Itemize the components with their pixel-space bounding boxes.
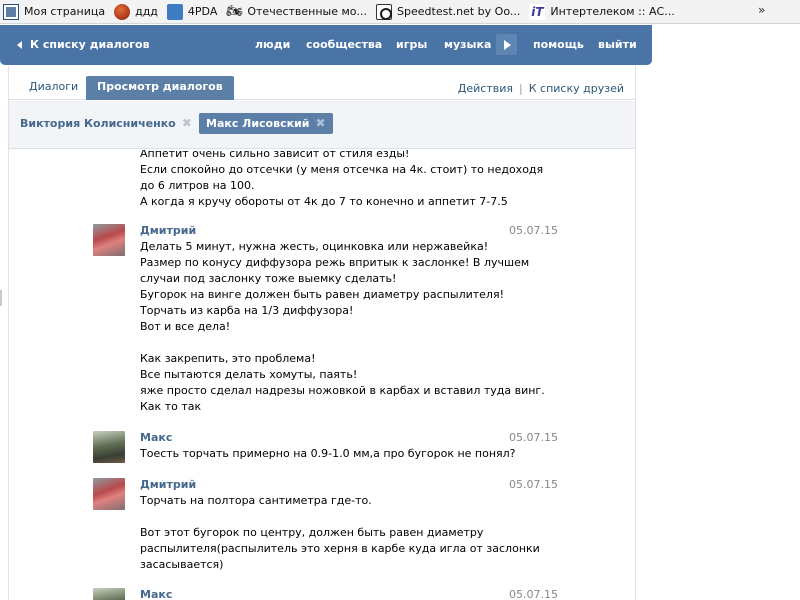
bookmark-4pda[interactable]: 4PDA bbox=[164, 1, 223, 23]
message-text-line: Тоесть торчать примерно на 0.9-1.0 мм,а … bbox=[140, 447, 516, 460]
message-author[interactable]: Дмитрий bbox=[140, 478, 196, 491]
bookmark-label: 4PDA bbox=[187, 5, 218, 18]
participant-chip-selected[interactable]: Макс Лисовский ✖ bbox=[199, 113, 333, 134]
message-text-line: Как то так bbox=[140, 400, 202, 413]
bookmark-label: Speedtest.net by Oo... bbox=[397, 5, 521, 18]
bookmark-label: Моя страница bbox=[24, 5, 106, 18]
nav-logout[interactable]: выйти bbox=[598, 38, 637, 51]
message-text-line: до 6 литров на 100. bbox=[140, 179, 255, 192]
tab-view-dialogs[interactable]: Просмотр диалогов bbox=[86, 76, 234, 100]
speedtest-icon bbox=[376, 3, 393, 20]
close-icon[interactable]: ✖ bbox=[182, 113, 192, 134]
bookmark-moto[interactable]: 🏍 Отечественные мо... bbox=[223, 1, 373, 23]
message-text-line: распылителя(распылитель это херня в карб… bbox=[140, 542, 540, 555]
bookmark-label: Интертелеком :: АС... bbox=[550, 5, 675, 18]
participant-name: Макс Лисовский bbox=[206, 117, 310, 130]
tab-dialogs[interactable]: Диалоги bbox=[18, 76, 89, 100]
message-text-line: А когда я кручу обороты от 4к до 7 то ко… bbox=[140, 195, 508, 208]
message-author[interactable]: Макс bbox=[140, 431, 172, 444]
message-date[interactable]: 05.07.15 bbox=[509, 588, 558, 600]
message-text-line: Торчать из карба на 1/3 диффузора! bbox=[140, 304, 354, 317]
nav-communities[interactable]: сообщества bbox=[306, 38, 382, 51]
bookmark-label: ддд bbox=[135, 5, 158, 18]
bookmark-my-page[interactable]: Моя страница bbox=[0, 1, 111, 23]
moto-icon: 🏍 bbox=[226, 3, 243, 19]
bookmark-speedtest[interactable]: Speedtest.net by Oo... bbox=[373, 1, 526, 23]
separator: | bbox=[519, 82, 523, 95]
back-to-dialogs-link[interactable]: К списку диалогов bbox=[17, 38, 150, 51]
participant-chip[interactable]: Виктория Колисниченко ✖ bbox=[20, 113, 192, 134]
actions-link[interactable]: Действия bbox=[458, 82, 513, 95]
message-text-line: засасывается) bbox=[140, 558, 224, 571]
message-text-line: Вот этот бугорок по центру, должен быть … bbox=[140, 526, 484, 539]
nav-games[interactable]: игры bbox=[396, 38, 427, 51]
message-text-line: Торчать на полтора сантиметра где-то. bbox=[140, 494, 372, 507]
avatar[interactable] bbox=[93, 224, 125, 256]
participants-bar: Виктория Колисниченко ✖ Макс Лисовский ✖ bbox=[9, 101, 635, 149]
message-date[interactable]: 05.07.15 bbox=[509, 224, 558, 237]
message-text-line: Делать 5 минут, нужна жесть, оцинковка и… bbox=[140, 240, 489, 253]
participant-name: Виктория Колисниченко bbox=[20, 117, 176, 130]
message-text-line: случаи под заслонку тоже выемку сделать! bbox=[140, 272, 397, 285]
arrow-left-icon bbox=[17, 40, 22, 49]
bookmarks-more-button[interactable]: » bbox=[758, 3, 772, 19]
message-text-line: Если спокойно до отсечки (у меня отсечка… bbox=[140, 163, 544, 176]
4pda-icon bbox=[166, 3, 183, 20]
page-background bbox=[652, 25, 800, 600]
message-author[interactable]: Макс bbox=[140, 588, 172, 600]
dialog-panel: Диалоги Просмотр диалогов Действия | К с… bbox=[8, 66, 636, 600]
message-date[interactable]: 05.07.15 bbox=[509, 478, 558, 491]
nav-music[interactable]: музыка bbox=[444, 38, 491, 51]
site-header: К списку диалогов люди сообщества игры м… bbox=[0, 25, 652, 65]
close-icon[interactable]: ✖ bbox=[315, 113, 325, 134]
nav-help[interactable]: помощь bbox=[533, 38, 584, 51]
play-icon[interactable] bbox=[496, 34, 517, 55]
tabs-bar: Диалоги Просмотр диалогов Действия | К с… bbox=[9, 66, 635, 100]
bookmarks-bar: Моя страница ддд 4PDA 🏍 Отечественные мо… bbox=[0, 0, 800, 24]
message-text-line: яже просто сделал надрезы ножовкой в кар… bbox=[140, 384, 545, 397]
bookmark-ddd[interactable]: ддд bbox=[111, 1, 164, 23]
vk-icon bbox=[3, 3, 19, 20]
avatar[interactable] bbox=[93, 478, 125, 510]
bookmark-label: Отечественные мо... bbox=[247, 5, 368, 18]
actions-links: Действия | К списку друзей bbox=[458, 82, 624, 95]
bookmark-intertelecom[interactable]: iT Интертелеком :: АС... bbox=[526, 1, 680, 23]
message-text-line: Размер по конусу диффузора режь впритык … bbox=[140, 256, 530, 269]
message-list: Аппетит очень сильно зависит от стиля ез… bbox=[9, 150, 635, 600]
message-text-line: Бугорок на винге должен быть равен диаме… bbox=[140, 288, 504, 301]
ball-icon bbox=[114, 3, 131, 20]
back-to-dialogs-label: К списку диалогов bbox=[30, 38, 150, 51]
message-text-line: Аппетит очень сильно зависит от стиля ез… bbox=[140, 150, 410, 160]
message-text-line: Как закрепить, это проблема! bbox=[140, 352, 316, 365]
scroll-marker bbox=[0, 290, 2, 306]
message-date[interactable]: 05.07.15 bbox=[509, 431, 558, 444]
avatar[interactable] bbox=[93, 588, 125, 600]
intertelecom-icon: iT bbox=[529, 3, 546, 20]
message-text-line: Вот и все дела! bbox=[140, 320, 231, 333]
message-text-line: Все пытаются делать хомуты, паять! bbox=[140, 368, 358, 381]
message-author[interactable]: Дмитрий bbox=[140, 224, 196, 237]
avatar[interactable] bbox=[93, 431, 125, 463]
nav-people[interactable]: люди bbox=[255, 38, 290, 51]
friends-list-link[interactable]: К списку друзей bbox=[529, 82, 624, 95]
